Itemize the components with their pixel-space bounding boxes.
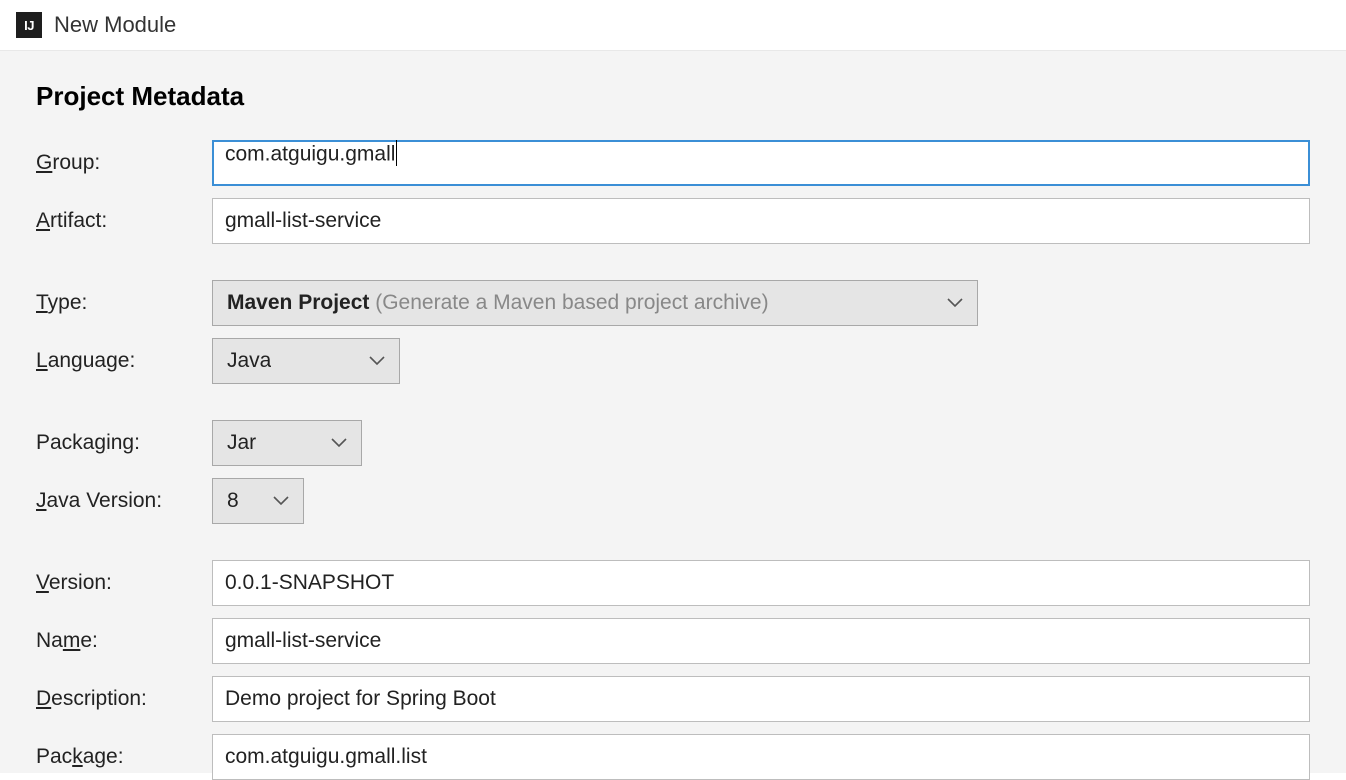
- label-java-version: Java Version:: [36, 489, 212, 513]
- chevron-down-icon: [369, 356, 385, 366]
- language-dropdown[interactable]: Java: [212, 338, 400, 384]
- chevron-down-icon: [947, 298, 963, 308]
- section-heading: Project Metadata: [36, 81, 1310, 112]
- content-area: Project Metadata Group: com.atguigu.gmal…: [0, 51, 1346, 773]
- type-dropdown[interactable]: Maven Project (Generate a Maven based pr…: [212, 280, 978, 326]
- label-version: Version:: [36, 571, 212, 595]
- row-description: Description:: [36, 676, 1310, 722]
- row-name: Name:: [36, 618, 1310, 664]
- row-java-version: Java Version: 8: [36, 478, 1310, 524]
- row-language: Language: Java: [36, 338, 1310, 384]
- row-group: Group: com.atguigu.gmall: [36, 140, 1310, 186]
- intellij-icon: IJ: [16, 12, 42, 38]
- row-artifact: Artifact:: [36, 198, 1310, 244]
- label-name: Name:: [36, 629, 212, 653]
- version-input[interactable]: [212, 560, 1310, 606]
- label-artifact: Artifact:: [36, 209, 212, 233]
- label-description: Description:: [36, 687, 212, 711]
- row-packaging: Packaging: Jar: [36, 420, 1310, 466]
- window-title: New Module: [54, 12, 176, 38]
- label-type: Type:: [36, 291, 212, 315]
- row-version: Version:: [36, 560, 1310, 606]
- name-input[interactable]: [212, 618, 1310, 664]
- label-group: Group:: [36, 151, 212, 175]
- description-input[interactable]: [212, 676, 1310, 722]
- chevron-down-icon: [273, 496, 289, 506]
- package-input[interactable]: [212, 734, 1310, 780]
- row-package: Package:: [36, 734, 1310, 780]
- label-packaging: Packaging:: [36, 431, 212, 455]
- label-package: Package:: [36, 745, 212, 769]
- chevron-down-icon: [331, 438, 347, 448]
- artifact-input[interactable]: [212, 198, 1310, 244]
- label-language: Language:: [36, 349, 212, 373]
- group-input[interactable]: com.atguigu.gmall: [212, 140, 1310, 186]
- titlebar: IJ New Module: [0, 0, 1346, 51]
- packaging-dropdown[interactable]: Jar: [212, 420, 362, 466]
- row-type: Type: Maven Project (Generate a Maven ba…: [36, 280, 1310, 326]
- java-version-dropdown[interactable]: 8: [212, 478, 304, 524]
